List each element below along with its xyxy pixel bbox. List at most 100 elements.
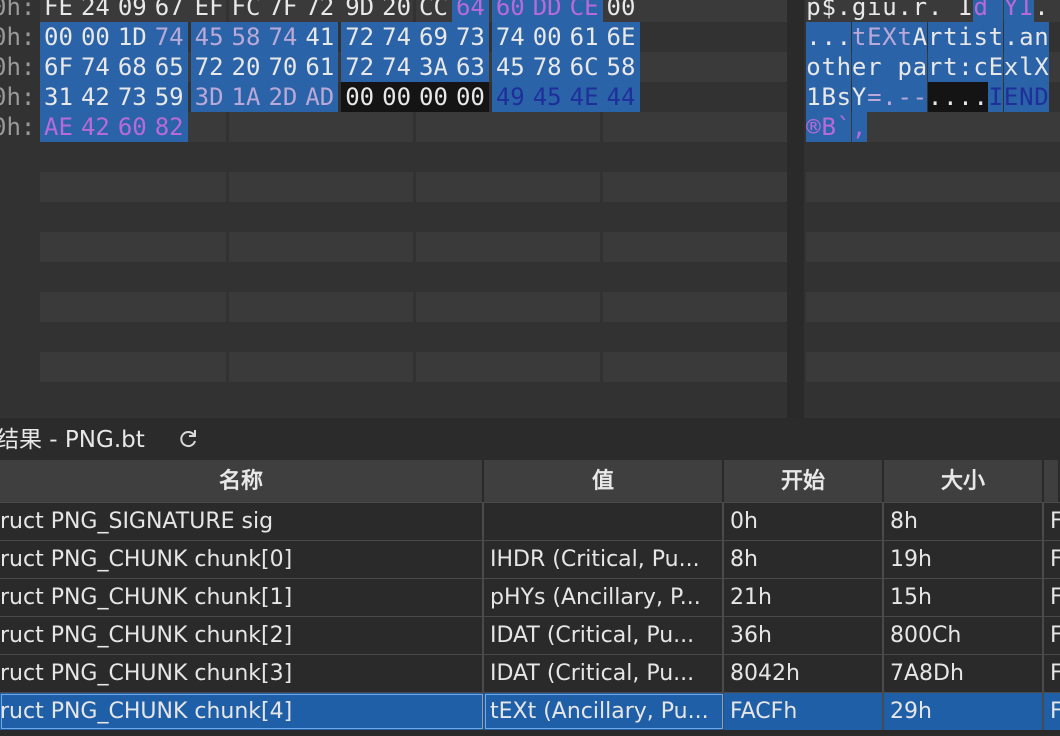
- ascii-char[interactable]: E: [866, 22, 882, 52]
- hex-byte[interactable]: 74: [491, 22, 529, 52]
- hex-byte[interactable]: 00: [40, 22, 77, 52]
- table-row[interactable]: ruct PNG_CHUNK chunk[4] tEXt (Ancillary, …: [0, 692, 1060, 730]
- hex-byte[interactable]: AE: [40, 112, 77, 142]
- ascii-char[interactable]: 1: [806, 82, 821, 112]
- hex-byte[interactable]: 59: [150, 82, 188, 112]
- hex-byte[interactable]: 74: [150, 22, 188, 52]
- ascii-char[interactable]: .: [836, 22, 852, 52]
- ascii-char[interactable]: `: [836, 112, 852, 142]
- ascii-char[interactable]: .: [897, 0, 912, 22]
- ascii-char[interactable]: Y: [851, 82, 867, 112]
- hex-byte[interactable]: 74: [378, 22, 416, 52]
- ascii-char[interactable]: o: [806, 52, 821, 82]
- hex-byte[interactable]: 72: [301, 0, 338, 22]
- hex-byte[interactable]: 64: [451, 0, 489, 22]
- ascii-char[interactable]: I: [988, 82, 1004, 112]
- ascii-char[interactable]: .: [836, 0, 851, 22]
- hex-byte[interactable]: AD: [301, 82, 339, 112]
- ascii-char[interactable]: -: [897, 82, 913, 112]
- ascii-char[interactable]: [943, 0, 958, 22]
- ascii-char[interactable]: i: [958, 22, 973, 52]
- ascii-char[interactable]: Î: [1018, 0, 1034, 22]
- hex-byte[interactable]: CE: [565, 0, 603, 22]
- column-header-more[interactable]: [1044, 460, 1060, 502]
- hex-byte[interactable]: 20: [378, 0, 415, 22]
- ascii-char[interactable]: s: [973, 22, 989, 52]
- ascii-char[interactable]: t: [988, 22, 1004, 52]
- hex-byte[interactable]: 60: [113, 112, 151, 142]
- hex-byte[interactable]: 24: [77, 0, 114, 22]
- hex-byte[interactable]: 44: [602, 82, 640, 112]
- hex-byte[interactable]: 61: [565, 22, 603, 52]
- ascii-char[interactable]: -: [912, 82, 928, 112]
- hex-byte[interactable]: 73: [113, 82, 151, 112]
- column-header-value[interactable]: 值: [484, 460, 724, 502]
- table-row[interactable]: ruct PNG_SIGNATURE sig 0h 8h F: [0, 502, 1060, 540]
- ascii-char[interactable]: i: [867, 0, 882, 22]
- ascii-char[interactable]: .: [821, 22, 837, 52]
- ascii-char[interactable]: d: [973, 0, 989, 22]
- hex-byte[interactable]: 68: [113, 52, 151, 82]
- ascii-char[interactable]: .: [928, 0, 943, 22]
- ascii-char[interactable]: B: [821, 112, 837, 142]
- ascii-char[interactable]: r: [927, 22, 943, 52]
- ascii-char[interactable]: .: [1034, 0, 1049, 22]
- hex-byte[interactable]: 4E: [565, 82, 603, 112]
- hex-byte[interactable]: 00: [528, 22, 566, 52]
- ascii-char[interactable]: l: [1018, 52, 1034, 82]
- hex-byte[interactable]: 45: [528, 82, 566, 112]
- ascii-char[interactable]: x: [1003, 52, 1019, 82]
- column-header-size[interactable]: 大小: [884, 460, 1044, 502]
- ascii-char[interactable]: =: [866, 82, 882, 112]
- hex-byte[interactable]: 74: [264, 22, 302, 52]
- hex-byte[interactable]: 09: [114, 0, 151, 22]
- ascii-char[interactable]: B: [821, 82, 837, 112]
- hex-byte[interactable]: 00: [451, 82, 489, 112]
- refresh-icon[interactable]: [176, 427, 200, 451]
- hex-byte[interactable]: FC: [228, 0, 265, 22]
- hex-byte[interactable]: 00: [76, 22, 114, 52]
- ascii-char[interactable]: a: [1018, 22, 1034, 52]
- hex-byte[interactable]: 78: [528, 52, 566, 82]
- hex-byte[interactable]: DD: [528, 0, 566, 22]
- hex-byte[interactable]: 41: [301, 22, 339, 52]
- hex-byte[interactable]: 72: [341, 22, 379, 52]
- ascii-char[interactable]: A: [912, 22, 928, 52]
- ascii-char[interactable]: Ý: [1003, 0, 1019, 22]
- ascii-char[interactable]: Ì: [958, 0, 973, 22]
- ascii-char[interactable]: :: [958, 52, 973, 82]
- hex-byte[interactable]: 1D: [113, 22, 151, 52]
- ascii-char[interactable]: ‚: [851, 112, 867, 142]
- hex-editor-pane[interactable]: 0h:FE240967EFFC7F729D20CC6460DDCE00p$.gi…: [0, 0, 1060, 418]
- hex-byte[interactable]: 70: [264, 52, 302, 82]
- hex-byte[interactable]: 42: [76, 112, 114, 142]
- hex-byte[interactable]: 3D: [190, 82, 228, 112]
- ascii-char[interactable]: [882, 52, 897, 82]
- hex-byte[interactable]: 67: [151, 0, 188, 22]
- ascii-char[interactable]: a: [912, 52, 928, 82]
- hex-byte[interactable]: 00: [378, 82, 416, 112]
- hex-byte[interactable]: 69: [415, 22, 452, 52]
- ascii-char[interactable]: X: [882, 22, 897, 52]
- hex-byte[interactable]: 63: [451, 52, 489, 82]
- table-row[interactable]: ruct PNG_CHUNK chunk[2] IDAT (Critical, P…: [0, 616, 1060, 654]
- ascii-char[interactable]: ü: [882, 0, 897, 22]
- table-row[interactable]: ruct PNG_CHUNK chunk[0] IHDR (Critical, P…: [0, 540, 1060, 578]
- hex-byte[interactable]: 1A: [227, 82, 265, 112]
- hex-byte[interactable]: 61: [301, 52, 339, 82]
- hex-byte[interactable]: 00: [341, 82, 379, 112]
- ascii-char[interactable]: r: [927, 52, 943, 82]
- ascii-char[interactable]: N: [1018, 82, 1034, 112]
- ascii-char[interactable]: n: [1034, 22, 1049, 52]
- ascii-char[interactable]: t: [942, 52, 958, 82]
- hex-byte[interactable]: 74: [378, 52, 416, 82]
- hex-byte[interactable]: 9D: [341, 0, 378, 22]
- hex-byte[interactable]: 72: [190, 52, 228, 82]
- hex-byte[interactable]: 58: [602, 52, 640, 82]
- ascii-char[interactable]: E: [1003, 82, 1019, 112]
- hex-byte[interactable]: 65: [150, 52, 188, 82]
- hex-byte[interactable]: 82: [150, 112, 188, 142]
- hex-byte[interactable]: 42: [76, 82, 114, 112]
- column-header-start[interactable]: 开始: [724, 460, 884, 502]
- ascii-char[interactable]: e: [851, 52, 867, 82]
